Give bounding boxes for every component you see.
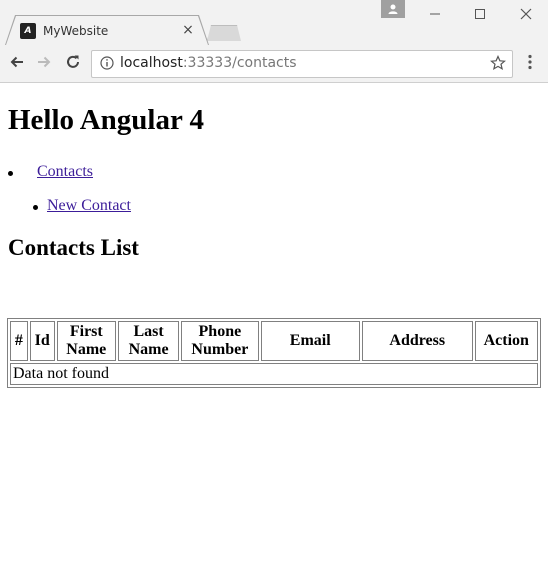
- bullet-icon: [33, 205, 38, 210]
- browser-chrome: A MyWebsite × localhost:33333/contacts: [0, 0, 548, 83]
- column-header-action: Action: [474, 321, 538, 361]
- contacts-table: # Id First Name Last Name Phone Number Emai…: [7, 318, 541, 388]
- nav-link-new-contact[interactable]: New Contact: [47, 197, 131, 215]
- browser-toolbar: localhost:33333/contacts: [0, 45, 548, 82]
- column-header-address: Address: [361, 321, 473, 361]
- more-vertical-icon: [528, 54, 532, 70]
- page-heading: Hello Angular 4: [8, 104, 205, 136]
- close-window-icon[interactable]: [503, 0, 548, 28]
- new-tab-button[interactable]: [207, 25, 241, 41]
- reload-button[interactable]: [63, 53, 83, 73]
- column-header-email: Email: [260, 321, 360, 361]
- tab-strip: A MyWebsite ×: [0, 0, 548, 45]
- table-header-row: # Id First Name Last Name Phone Number Emai…: [10, 321, 538, 361]
- forward-arrow-icon: [38, 56, 51, 68]
- maximize-window-icon[interactable]: [457, 0, 502, 28]
- nav-link-contacts[interactable]: Contacts: [37, 163, 93, 181]
- browser-menu-button[interactable]: [522, 54, 538, 74]
- column-header-index: #: [10, 321, 28, 361]
- info-icon[interactable]: [100, 56, 114, 70]
- column-header-id: Id: [29, 321, 55, 361]
- reload-icon: [67, 55, 79, 68]
- forward-button[interactable]: [34, 53, 54, 73]
- user-profile-icon[interactable]: [381, 0, 405, 18]
- column-header-first-name: First Name: [56, 321, 116, 361]
- back-button[interactable]: [7, 53, 27, 73]
- back-arrow-icon: [10, 56, 23, 68]
- section-heading: Contacts List: [8, 235, 139, 260]
- empty-message: Data not found: [10, 363, 538, 385]
- bookmark-star-icon[interactable]: [490, 55, 506, 71]
- table-row: Data not found: [10, 363, 538, 385]
- address-bar[interactable]: localhost:33333/contacts: [91, 50, 513, 78]
- url-path: :33333/contacts: [182, 55, 297, 71]
- tab-title: MyWebsite: [43, 24, 109, 38]
- column-header-last-name: Last Name: [117, 321, 180, 361]
- close-tab-icon[interactable]: ×: [180, 22, 196, 38]
- url-text[interactable]: localhost:33333/contacts: [120, 55, 297, 71]
- page-content: Hello Angular 4 Contacts New Contact Con…: [0, 83, 548, 571]
- bullet-icon: [8, 171, 13, 176]
- minimize-window-icon[interactable]: [412, 0, 457, 28]
- url-host: localhost: [120, 55, 183, 71]
- angular-logo-icon: A: [20, 23, 36, 39]
- column-header-phone-number: Phone Number: [181, 321, 259, 361]
